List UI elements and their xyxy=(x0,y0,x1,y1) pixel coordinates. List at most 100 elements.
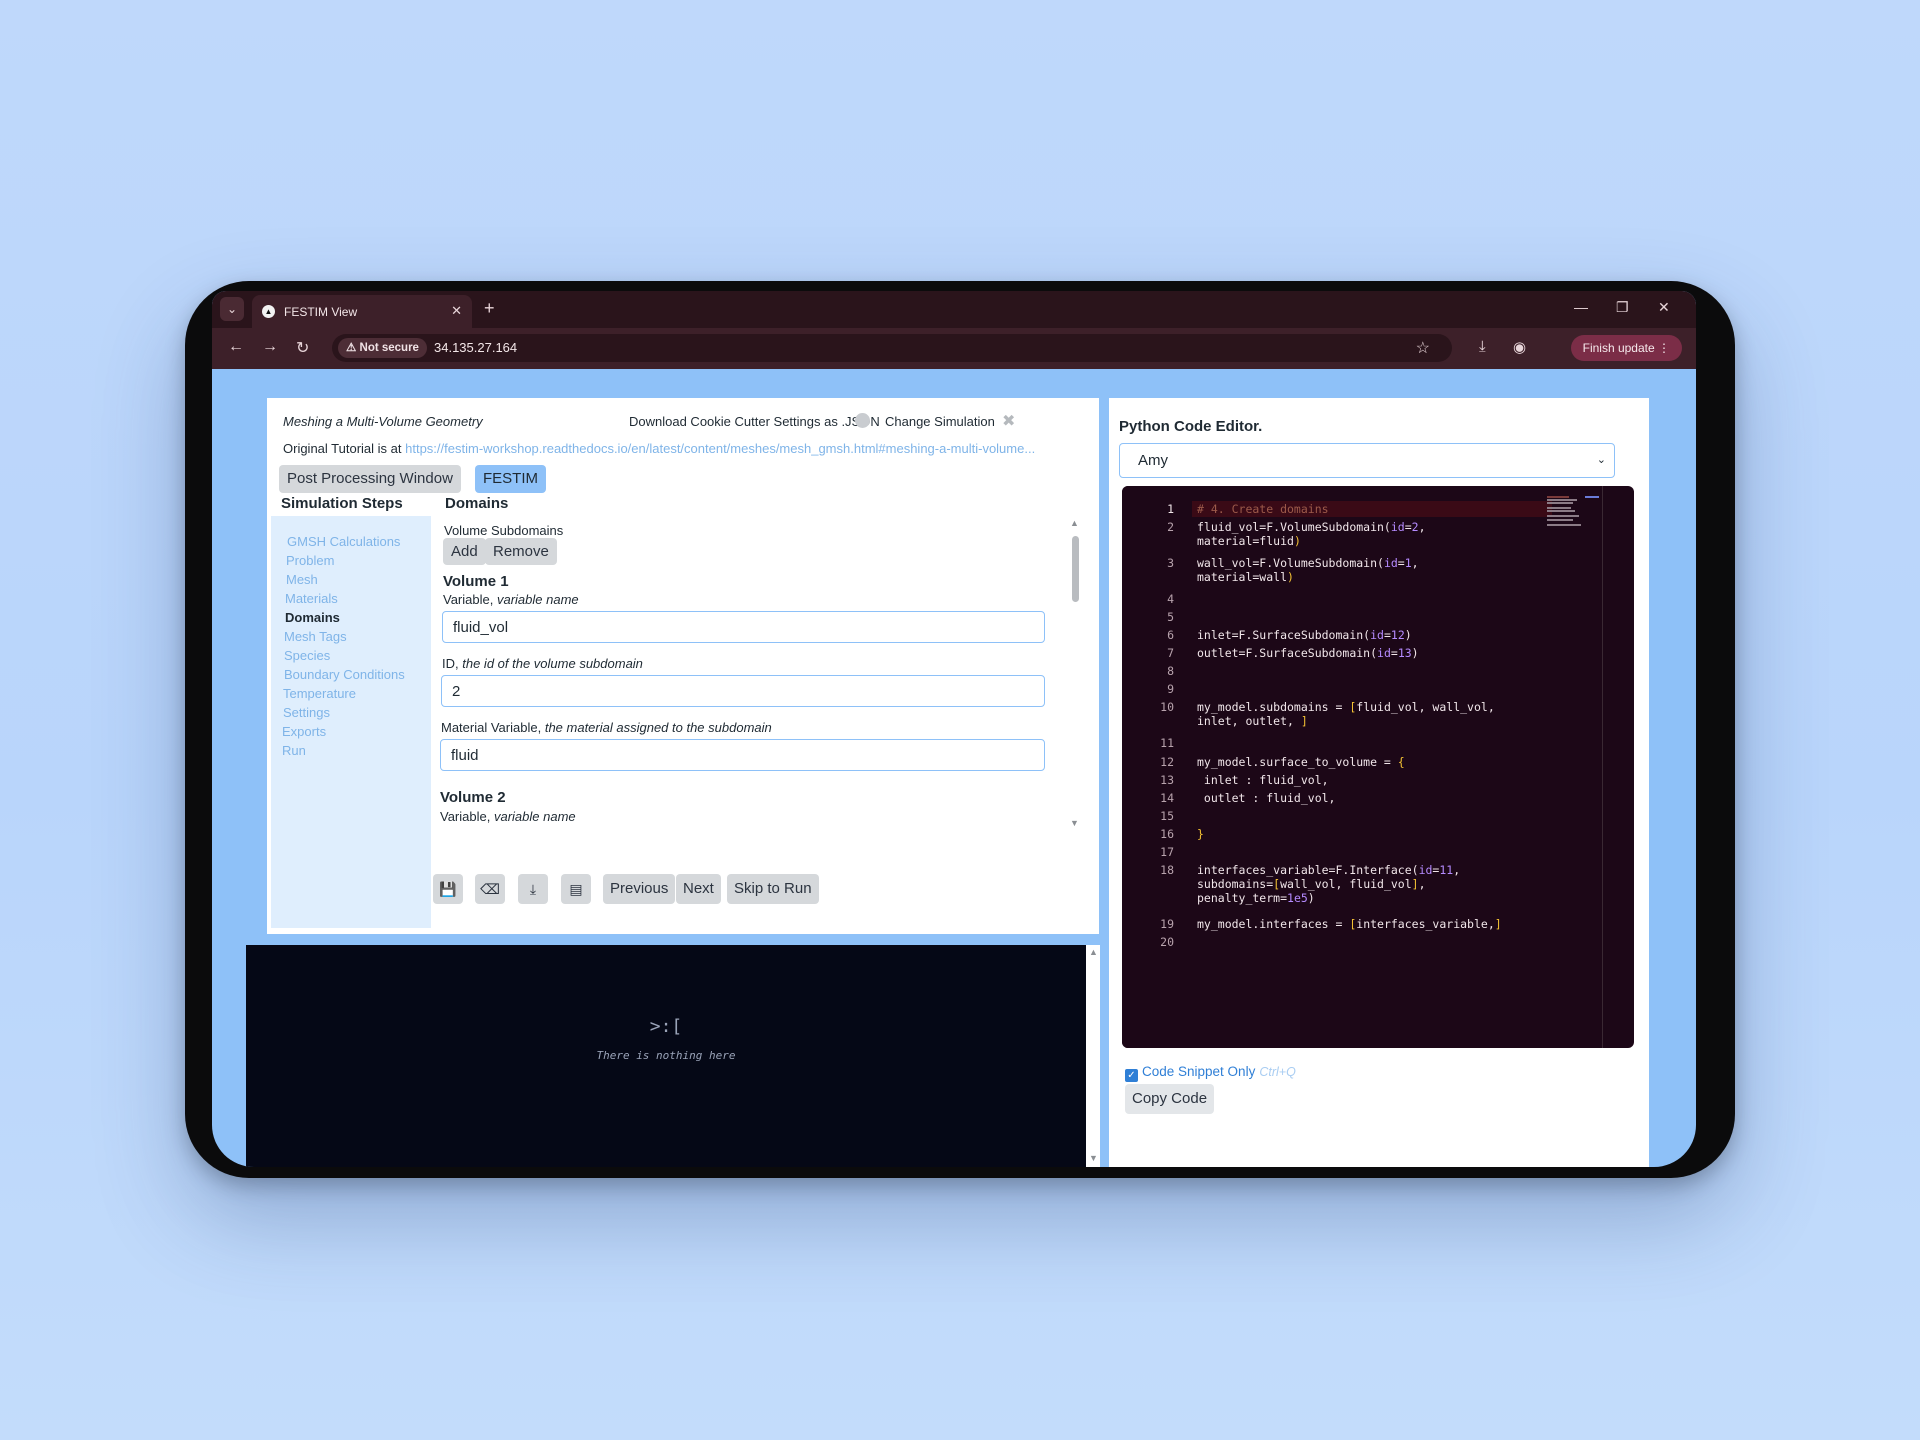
tools-icon[interactable]: ✖ xyxy=(1002,411,1015,431)
simulation-panel: Meshing a Multi-Volume Geometry Download… xyxy=(267,398,1099,934)
address-bar: ← → ↻ ⚠ Not secure 34.135.27.164 ☆ ⤓ ◉ F… xyxy=(212,328,1696,369)
step-species[interactable]: Species xyxy=(284,648,330,663)
page-title: Meshing a Multi-Volume Geometry xyxy=(283,414,483,429)
var2-hint-text: variable name xyxy=(493,809,576,824)
bookmark-star-icon[interactable]: ☆ xyxy=(1416,338,1430,358)
profile-icon[interactable]: ◉ xyxy=(1513,338,1526,356)
minimize-icon[interactable]: — xyxy=(1574,299,1588,315)
scroll-up-icon[interactable]: ▲ xyxy=(1070,518,1079,528)
terminal-face: >:[ xyxy=(649,1016,683,1037)
next-button[interactable]: Next xyxy=(676,874,721,904)
terminal-scroll-down-icon[interactable]: ▼ xyxy=(1089,1153,1098,1163)
line-number: 7 xyxy=(1167,646,1174,660)
code-line: my_model.interfaces = [interfaces_variab… xyxy=(1197,917,1502,931)
step-run[interactable]: Run xyxy=(282,743,306,758)
step-mesh[interactable]: Mesh xyxy=(286,572,318,587)
tab-list-icon[interactable]: ⌄ xyxy=(220,297,244,321)
step-exports[interactable]: Exports xyxy=(282,724,326,739)
volume-1-variable-input[interactable]: fluid_vol xyxy=(442,611,1045,643)
previous-button[interactable]: Previous xyxy=(603,874,676,904)
step-domains[interactable]: Domains xyxy=(285,610,340,625)
save-icon[interactable]: 💾 xyxy=(433,874,463,904)
reload-icon[interactable]: ↻ xyxy=(296,338,309,358)
code-minimap[interactable] xyxy=(1547,496,1599,536)
code-line: fluid_vol=F.VolumeSubdomain(id=2, materi… xyxy=(1197,520,1426,548)
skip-to-run-button[interactable]: Skip to Run xyxy=(727,874,819,904)
code-line: wall_vol=F.VolumeSubdomain(id=1, materia… xyxy=(1197,556,1419,584)
line-number: 20 xyxy=(1160,935,1174,949)
scroll-thumb[interactable] xyxy=(1072,536,1079,602)
download-icon[interactable]: ⤓ xyxy=(518,874,548,904)
finish-update-button[interactable]: Finish update ⋮ xyxy=(1570,335,1682,361)
new-tab-icon[interactable]: + xyxy=(484,298,495,319)
editor-scroll-track[interactable] xyxy=(1602,486,1603,1048)
tab-title: FESTIM View xyxy=(284,305,358,319)
step-settings[interactable]: Settings xyxy=(283,705,330,720)
finish-update-label: Finish update xyxy=(1582,341,1655,355)
volume-2-heading: Volume 2 xyxy=(440,789,506,806)
chevron-down-icon: ⌄ xyxy=(1596,454,1606,466)
remove-button[interactable]: Remove xyxy=(485,538,557,565)
checkbox-checked-icon[interactable]: ✓ xyxy=(1125,1069,1138,1082)
app-area: Meshing a Multi-Volume Geometry Download… xyxy=(212,369,1696,1167)
close-window-icon[interactable]: ✕ xyxy=(1658,299,1670,316)
code-line: } xyxy=(1197,827,1204,841)
step-mesh-tags[interactable]: Mesh Tags xyxy=(284,629,347,644)
form-scrollbar[interactable]: ▲ ▼ xyxy=(1068,518,1082,838)
theme-select-value: Amy xyxy=(1138,452,1168,469)
line-number: 10 xyxy=(1160,700,1174,714)
code-line: inlet=F.SurfaceSubdomain(id=12) xyxy=(1197,628,1412,642)
forward-icon[interactable]: → xyxy=(262,338,278,356)
festim-button[interactable]: FESTIM xyxy=(475,465,546,493)
volume-1-id-input[interactable]: 2 xyxy=(441,675,1045,707)
line-number: 13 xyxy=(1160,773,1174,787)
post-processing-button[interactable]: Post Processing Window xyxy=(279,465,461,493)
var-hint-text: variable name xyxy=(496,592,579,607)
terminal-message: There is nothing here xyxy=(596,1049,736,1062)
omnibox[interactable]: ⚠ Not secure 34.135.27.164 ☆ xyxy=(332,334,1452,362)
code-line: # 4. Create domains xyxy=(1197,502,1329,516)
volume-2-variable-label: Variable, variable name xyxy=(440,809,576,824)
close-tab-icon[interactable]: ✕ xyxy=(451,303,462,319)
eraser-icon[interactable]: ⌫ xyxy=(475,874,505,904)
download-icon[interactable]: ⤓ xyxy=(1479,338,1486,355)
step-boundary-conditions[interactable]: Boundary Conditions xyxy=(284,667,405,682)
minimap-viewport xyxy=(1585,496,1599,498)
line-number: 3 xyxy=(1167,556,1174,570)
step-temperature[interactable]: Temperature xyxy=(283,686,356,701)
line-number: 12 xyxy=(1160,755,1174,769)
theme-select[interactable]: Amy ⌄ xyxy=(1119,443,1615,478)
volume-1-material-input[interactable]: fluid xyxy=(440,739,1045,771)
steps-title: Simulation Steps xyxy=(281,495,403,512)
url-text[interactable]: 34.135.27.164 xyxy=(434,340,517,355)
add-button[interactable]: Add xyxy=(443,538,486,565)
scroll-down-icon[interactable]: ▼ xyxy=(1070,818,1079,828)
back-icon[interactable]: ← xyxy=(228,338,244,356)
file-icon[interactable]: ▤ xyxy=(561,874,591,904)
step-materials[interactable]: Materials xyxy=(285,591,338,606)
terminal-scrollbar[interactable]: ▲ ▼ xyxy=(1086,945,1100,1167)
step-gmsh-calculations[interactable]: GMSH Calculations xyxy=(287,534,400,549)
terminal-scroll-up-icon[interactable]: ▲ xyxy=(1089,947,1098,957)
favicon-icon: ▲ xyxy=(262,305,275,318)
minimap-line xyxy=(1547,502,1573,504)
mat-hint-text: the material assigned to the subdomain xyxy=(544,720,772,735)
download-settings-link[interactable]: Download Cookie Cutter Settings as .JSON xyxy=(629,414,880,429)
copy-code-button[interactable]: Copy Code xyxy=(1125,1084,1215,1114)
shortcut-hint: Ctrl+Q xyxy=(1259,1065,1296,1079)
line-number: 6 xyxy=(1167,628,1174,642)
code-snippet-toggle[interactable]: ✓ Code Snippet Only Ctrl+Q xyxy=(1125,1064,1296,1082)
tab-bar: ⌄ ▲ FESTIM View ✕ + — ❐ ✕ xyxy=(212,291,1696,328)
editor-title: Python Code Editor. xyxy=(1119,418,1263,435)
volume-1-variable-label: Variable, variable name xyxy=(443,592,579,607)
code-editor[interactable]: 1 2 3 4 5 6 7 8 9 10 11 12 13 14 15 16 1 xyxy=(1122,486,1634,1048)
not-secure-badge[interactable]: ⚠ Not secure xyxy=(338,338,427,358)
change-simulation-link[interactable]: Change Simulation xyxy=(885,414,995,429)
id-hint-text: the id of the volume subdomain xyxy=(462,656,643,671)
mat-label-text: Material Variable, xyxy=(441,720,542,735)
restore-icon[interactable]: ❐ xyxy=(1616,299,1629,316)
tutorial-link[interactable]: https://festim-workshop.readthedocs.io/e… xyxy=(405,441,1035,456)
step-problem[interactable]: Problem xyxy=(286,553,334,568)
domains-form: Volume Subdomains Add Remove Volume 1 Va… xyxy=(435,518,1087,840)
tab-festim-view[interactable]: ▲ FESTIM View ✕ xyxy=(252,295,472,328)
